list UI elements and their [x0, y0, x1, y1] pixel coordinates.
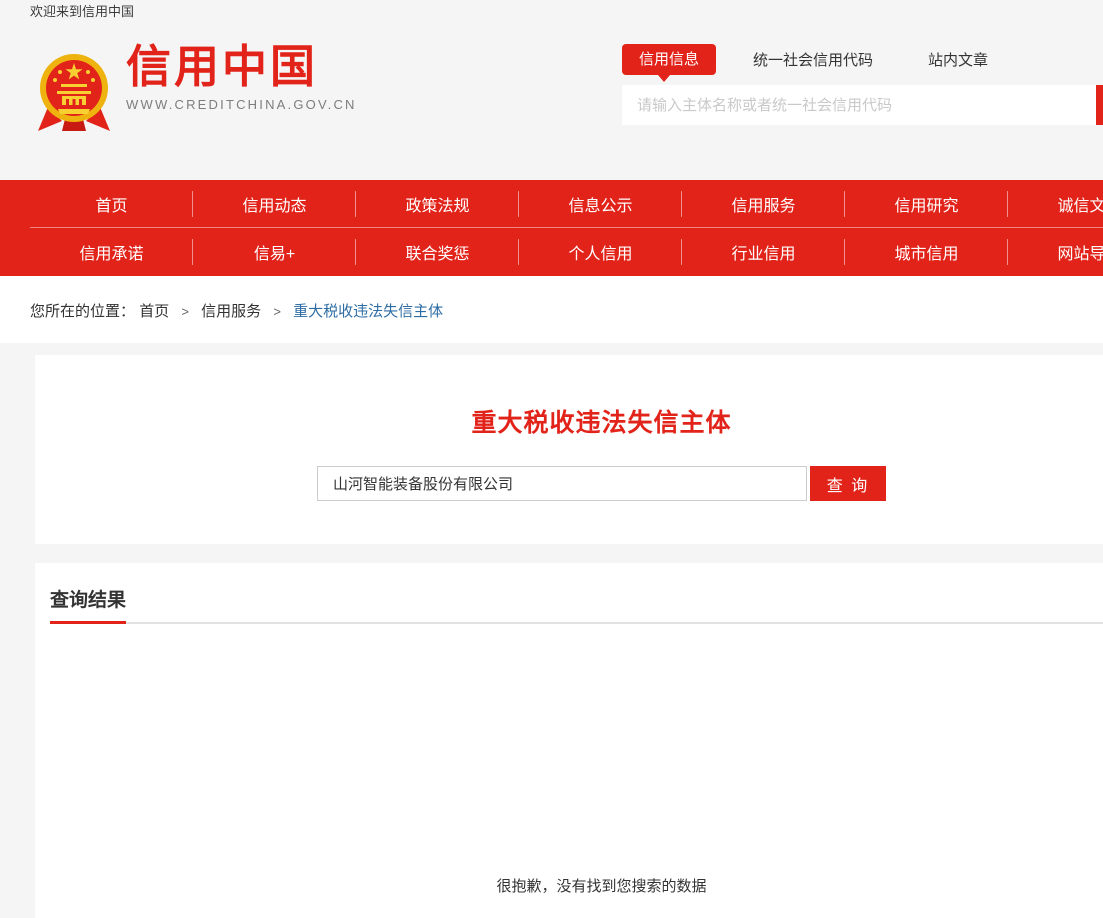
tab-credit-info[interactable]: 信用信息 — [622, 44, 716, 75]
breadcrumb-separator: > — [181, 304, 189, 319]
site-header: 信用中国 WWW.CREDITCHINA.GOV.CN 信用信息 统一社会信用代… — [0, 25, 1103, 180]
national-emblem-icon — [38, 51, 110, 133]
breadcrumb-current-page[interactable]: 重大税收违法失信主体 — [293, 303, 443, 320]
nav-item-policies[interactable]: 政策法规 — [356, 192, 519, 216]
nav-item-personal-credit[interactable]: 个人信用 — [519, 240, 682, 264]
logo-text: 信用中国 WWW.CREDITCHINA.GOV.CN — [126, 41, 357, 112]
query-button[interactable]: 查 询 — [810, 466, 886, 501]
breadcrumb-credit-services-link[interactable]: 信用服务 — [201, 303, 261, 320]
main-nav-inner: 首页 信用动态 政策法规 信息公示 信用服务 信用研究 诚信文化 信用承诺 信易… — [30, 180, 1103, 276]
top-welcome-bar: 欢迎来到信用中国 — [0, 0, 1103, 25]
page: 欢迎来到信用中国 — [0, 0, 1103, 918]
header-search-area: 信用信息 统一社会信用代码 站内文章 — [622, 44, 1103, 125]
nav-item-industry-credit[interactable]: 行业信用 — [682, 240, 845, 264]
results-header-rule: 查询结果 — [50, 563, 1103, 624]
welcome-text: 欢迎来到信用中国 — [30, 4, 134, 19]
page-title: 重大税收违法失信主体 — [35, 355, 1103, 439]
results-heading: 查询结果 — [50, 585, 126, 624]
breadcrumb: 您所在的位置： 首页 > 信用服务 > 重大税收违法失信主体 — [0, 276, 1103, 343]
breadcrumb-separator: > — [273, 304, 281, 319]
search-tabs: 信用信息 统一社会信用代码 站内文章 — [622, 44, 1103, 75]
tab-unified-social-credit-code[interactable]: 统一社会信用代码 — [753, 49, 873, 70]
nav-item-credit-services[interactable]: 信用服务 — [682, 192, 845, 216]
nav-item-credit-easy-plus[interactable]: 信易+ — [193, 240, 356, 264]
nav-item-credit-commitment[interactable]: 信用承诺 — [30, 240, 193, 264]
nav-item-credit-news[interactable]: 信用动态 — [193, 192, 356, 216]
tab-site-articles[interactable]: 站内文章 — [928, 49, 988, 70]
empty-result-message: 很抱歉，没有找到您搜索的数据 — [35, 875, 1103, 896]
header-search-button[interactable] — [1096, 85, 1103, 125]
nav-row-2: 信用承诺 信易+ 联合奖惩 个人信用 行业信用 城市信用 网站导航 — [30, 228, 1103, 276]
results-panel: 查询结果 很抱歉，没有找到您搜索的数据 — [35, 563, 1103, 918]
nav-item-joint-reward-punishment[interactable]: 联合奖惩 — [356, 240, 519, 264]
nav-item-credit-research[interactable]: 信用研究 — [845, 192, 1008, 216]
company-search-row: 查 询 — [35, 466, 1103, 501]
breadcrumb-label: 您所在的位置： — [30, 303, 135, 320]
nav-item-home[interactable]: 首页 — [30, 192, 193, 216]
search-panel: 重大税收违法失信主体 查 询 — [35, 355, 1103, 544]
main-nav: 首页 信用动态 政策法规 信息公示 信用服务 信用研究 诚信文化 信用承诺 信易… — [0, 180, 1103, 276]
nav-item-integrity-culture[interactable]: 诚信文化 — [1008, 192, 1103, 216]
nav-item-city-credit[interactable]: 城市信用 — [845, 240, 1008, 264]
header-search-input[interactable] — [622, 85, 1099, 125]
nav-item-site-navigation[interactable]: 网站导航 — [1008, 240, 1103, 264]
breadcrumb-home-link[interactable]: 首页 — [139, 303, 169, 320]
site-url: WWW.CREDITCHINA.GOV.CN — [126, 97, 357, 112]
nav-item-info-disclosure[interactable]: 信息公示 — [519, 192, 682, 216]
site-logo[interactable]: 信用中国 WWW.CREDITCHINA.GOV.CN — [38, 41, 357, 133]
site-title: 信用中国 — [126, 41, 357, 93]
company-search-input[interactable] — [317, 466, 807, 501]
nav-row-1: 首页 信用动态 政策法规 信息公示 信用服务 信用研究 诚信文化 — [30, 180, 1103, 228]
